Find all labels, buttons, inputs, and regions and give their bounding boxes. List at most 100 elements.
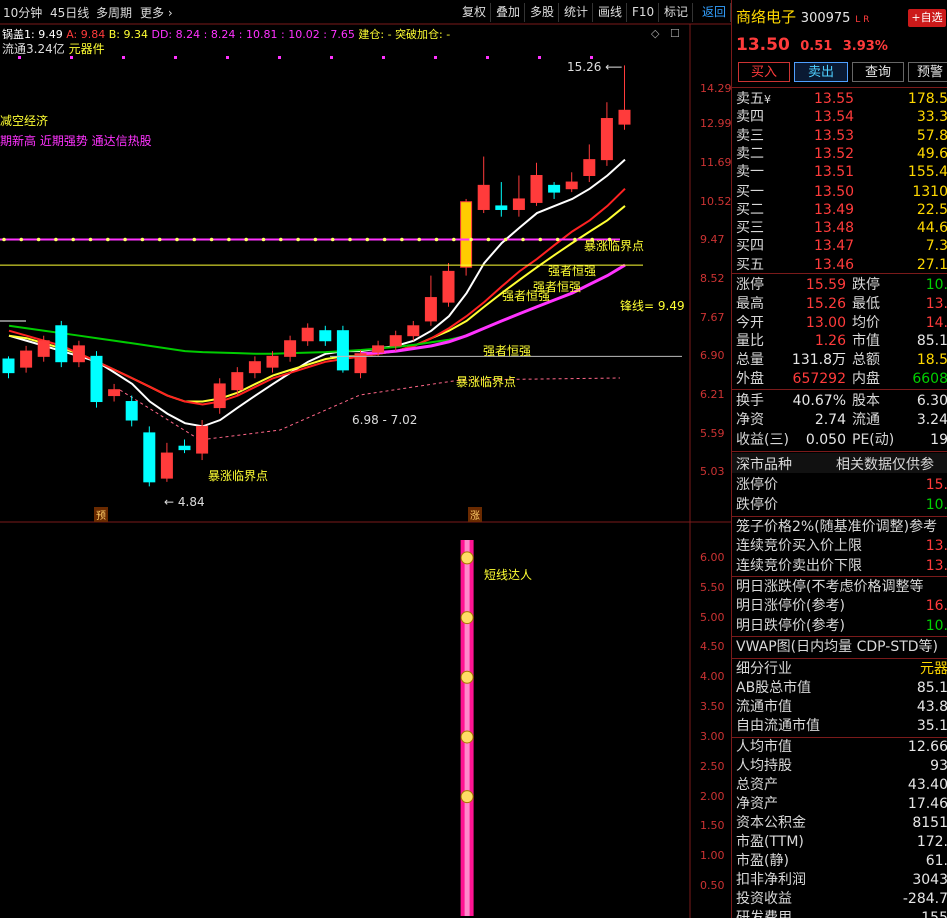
fundamental-value: 17.46 <box>907 796 947 812</box>
fengxian-dot <box>261 237 266 242</box>
stat-label: 内盘 <box>852 371 880 387</box>
vwap-label[interactable]: VWAP图(日内均量 CDP-STD等) <box>736 638 938 657</box>
fundamental-value: 155 <box>921 910 947 918</box>
more-button[interactable]: 更多 › <box>140 4 173 22</box>
fengxian-dot <box>106 237 110 242</box>
diamond-icon[interactable]: ◇ <box>651 27 659 40</box>
candle-body <box>512 198 525 210</box>
stat-value: 14. <box>925 314 947 331</box>
orderbook-label: 买三 <box>736 220 764 237</box>
y-tick-label: 12.99 <box>700 117 732 131</box>
fengxian-dot <box>209 237 214 242</box>
concept-text: 减空经济 <box>0 114 49 128</box>
tomorrow-label: 明日涨停价(参考) <box>736 598 845 615</box>
toolbar-button-2[interactable]: 多股 <box>526 3 560 22</box>
fundamental-row: 细分行业 元器 <box>736 660 947 679</box>
stat-value: 657292 <box>792 371 846 387</box>
candle-body <box>248 361 261 374</box>
sub-y-tick-label: 1.50 <box>700 819 725 833</box>
strong-ann-3: 强者恒强 <box>548 264 597 278</box>
high-label: 15.26 ⟵ <box>567 60 623 74</box>
fundamental-value: -284.7 <box>902 891 947 907</box>
buy-button[interactable]: 买入 <box>738 62 790 82</box>
orderbook-price: 13.49 <box>814 201 855 218</box>
stats-row: 量比 1.26 市值 85.1 <box>736 332 947 351</box>
candle-body <box>266 355 279 368</box>
orderbook-price: 13.55 <box>814 91 855 107</box>
fundamental-label: 研发费用 <box>736 910 792 918</box>
fengxian-dot <box>348 237 352 242</box>
fengxian-dot <box>227 237 231 242</box>
dot-marker <box>278 56 281 59</box>
candle-body <box>125 401 138 421</box>
candle-body <box>565 181 578 190</box>
orderbook-row: 卖五¥ 13.55 178.5 <box>736 90 947 109</box>
fundamental-value: 61. <box>925 853 947 869</box>
multi-period-button[interactable]: 多周期 <box>96 4 132 22</box>
fundamental-row: 市盈(静) 61. <box>736 852 947 871</box>
dot-marker <box>382 56 385 59</box>
money-bag-icon <box>460 670 474 684</box>
fundamental-label: 扣非净利润 <box>736 872 806 888</box>
dot-marker <box>486 56 489 59</box>
fengxian-dot <box>140 237 145 242</box>
candle-body <box>477 184 490 210</box>
fundamental-row: 市盈(TTM) 172. <box>736 833 947 852</box>
float-shares: 流通3.24亿 <box>2 42 65 56</box>
quote-panel: 商络电子 300975 L R +自选 13.50 0.51 3.93% 买入 … <box>731 0 947 918</box>
range-label: 6.98 - 7.02 <box>352 413 418 427</box>
candle-body <box>284 340 297 357</box>
stat-label: 跌停 <box>852 277 880 293</box>
candle-body <box>319 330 332 342</box>
sub-y-tick-label: 2.50 <box>700 759 725 773</box>
query-button[interactable]: 查询 <box>852 62 904 82</box>
money-bag-icon <box>460 790 474 804</box>
dot-marker <box>174 56 177 59</box>
chevron-right-icon: › <box>164 6 173 20</box>
y-tick-label: 10.52 <box>700 194 732 208</box>
period-select[interactable]: 10分钟 <box>3 4 42 22</box>
surge-ann-2: 暴涨临界点 <box>456 375 517 389</box>
toolbar-button-5[interactable]: F10 <box>628 3 660 22</box>
toolbar-button-6[interactable]: 标记 <box>660 3 694 22</box>
orderbook-price: 13.47 <box>814 238 855 255</box>
fengxian-dot <box>244 237 248 242</box>
stock-header: 商络电子 300975 L R <box>736 8 869 27</box>
candle-body <box>108 389 121 397</box>
toolbar-button-0[interactable]: 复权 <box>458 3 492 22</box>
candle-body <box>530 175 543 203</box>
orderbook-row: 买三 13.48 44.6 <box>736 219 947 238</box>
fundamental-value: 35.1 <box>916 718 947 734</box>
window-icon[interactable]: ☐ <box>670 27 680 40</box>
fengxian-dot <box>279 237 283 242</box>
orderbook-label: 卖二 <box>736 145 764 162</box>
fengxian-dot <box>71 237 75 242</box>
fundamental-row: AB股总市值 85.1 <box>736 679 947 698</box>
tomorrow-row: 明日涨跌停(不考虑价格调整等 <box>736 578 947 597</box>
orderbook-price: 13.52 <box>814 145 855 162</box>
stat-label: 换手 <box>736 393 764 409</box>
alert-button[interactable]: 预警 <box>908 62 947 82</box>
ma-line-select[interactable]: 45日线 <box>50 4 89 22</box>
cage-value: 13. <box>925 557 947 574</box>
dot-marker <box>434 56 437 59</box>
fundamental-row: 自由流通市值 35.1 <box>736 717 947 736</box>
money-bag-icon <box>460 551 474 565</box>
candle-body <box>301 327 314 342</box>
toolbar-button-7[interactable]: 返回 <box>698 3 732 22</box>
sell-button[interactable]: 卖出 <box>794 62 848 82</box>
toolbar-button-4[interactable]: 画线 <box>594 3 628 22</box>
toolbar-button-3[interactable]: 统计 <box>560 3 594 22</box>
surge-ann-3: 暴涨临界点 <box>208 469 269 483</box>
stat-label: 收益(三) <box>736 431 789 448</box>
toolbar-button-1[interactable]: 叠加 <box>492 3 526 22</box>
stat-value: 10. <box>925 277 947 293</box>
add-favorite-button[interactable]: +自选 <box>908 9 946 27</box>
fengxian-dot <box>400 237 404 242</box>
orderbook-row: 卖二 13.52 49.6 <box>736 145 947 164</box>
y-tick-label: 7.67 <box>700 310 725 324</box>
fengxian-dot <box>365 237 370 242</box>
fengxian-dot <box>192 237 197 242</box>
more-label: 更多 <box>140 6 165 20</box>
candle-body <box>460 201 473 268</box>
